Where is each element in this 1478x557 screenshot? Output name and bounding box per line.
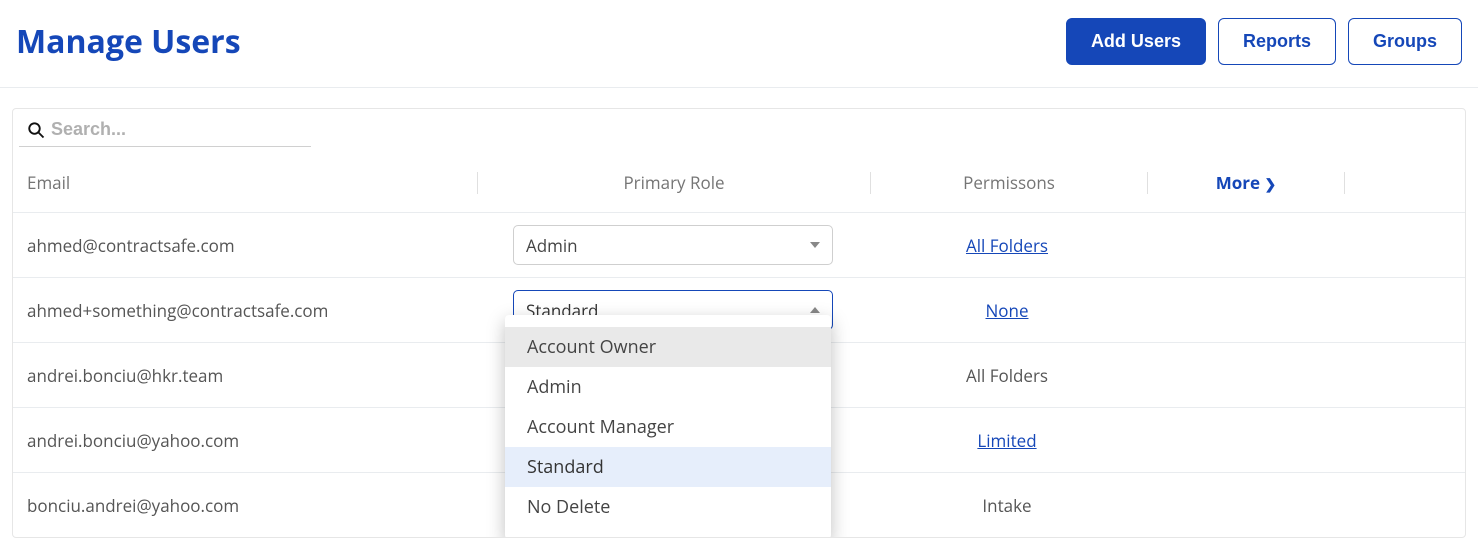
permission-link[interactable]: All Folders xyxy=(966,234,1048,257)
column-permissions[interactable]: Permissons xyxy=(871,171,1147,194)
cell-email: ahmed+something@contractsafe.com xyxy=(13,299,477,322)
groups-button[interactable]: Groups xyxy=(1348,18,1462,65)
cell-email: andrei.bonciu@yahoo.com xyxy=(13,429,477,452)
column-primary-role[interactable]: Primary Role xyxy=(478,171,870,194)
table-rows: ahmed@contractsafe.com Admin All Folders… xyxy=(13,212,1465,537)
cell-email: andrei.bonciu@hkr.team xyxy=(13,364,477,387)
cell-role: Admin xyxy=(477,225,869,265)
role-option[interactable]: Account Manager xyxy=(505,407,831,447)
role-option[interactable]: Admin xyxy=(505,367,831,407)
role-option[interactable]: No Delete xyxy=(505,487,831,527)
cell-permissions: None xyxy=(869,299,1145,322)
cell-email: ahmed@contractsafe.com xyxy=(13,234,477,257)
page-title: Manage Users xyxy=(16,20,241,63)
permission-text: All Folders xyxy=(966,364,1048,387)
caret-up-icon xyxy=(810,307,820,313)
chevron-right-icon: ❯ xyxy=(1265,175,1277,194)
search-input[interactable] xyxy=(51,119,303,140)
content: Email Primary Role Permissons More ❯ ahm… xyxy=(0,108,1478,538)
page-header: Manage Users Add Users Reports Groups xyxy=(0,0,1478,88)
table-header: Email Primary Role Permissons More ❯ xyxy=(13,147,1465,212)
more-label: More xyxy=(1216,171,1260,194)
cell-permissions: All Folders xyxy=(869,234,1145,257)
search-field[interactable] xyxy=(19,109,311,147)
permission-text: Intake xyxy=(982,494,1031,517)
column-divider xyxy=(1344,172,1345,194)
role-dropdown: Account Owner Admin Account Manager Stan… xyxy=(505,315,831,537)
table-row: ahmed@contractsafe.com Admin All Folders xyxy=(13,212,1465,277)
role-select[interactable]: Admin xyxy=(513,225,833,265)
cell-permissions: All Folders xyxy=(869,364,1145,387)
caret-down-icon xyxy=(810,242,820,248)
permission-link[interactable]: Limited xyxy=(977,429,1036,452)
search-icon xyxy=(27,121,45,139)
add-users-button[interactable]: Add Users xyxy=(1066,18,1206,65)
users-panel: Email Primary Role Permissons More ❯ ahm… xyxy=(12,108,1466,538)
permission-link[interactable]: None xyxy=(986,299,1029,322)
role-option[interactable]: Standard xyxy=(505,447,831,487)
cell-email: bonciu.andrei@yahoo.com xyxy=(13,494,477,517)
column-email[interactable]: Email xyxy=(13,171,477,194)
role-select-value: Admin xyxy=(526,234,578,257)
cell-permissions: Intake xyxy=(869,494,1145,517)
role-option[interactable]: Account Owner xyxy=(505,327,831,367)
cell-permissions: Limited xyxy=(869,429,1145,452)
column-more[interactable]: More ❯ xyxy=(1148,171,1344,194)
header-buttons: Add Users Reports Groups xyxy=(1066,18,1462,65)
reports-button[interactable]: Reports xyxy=(1218,18,1336,65)
